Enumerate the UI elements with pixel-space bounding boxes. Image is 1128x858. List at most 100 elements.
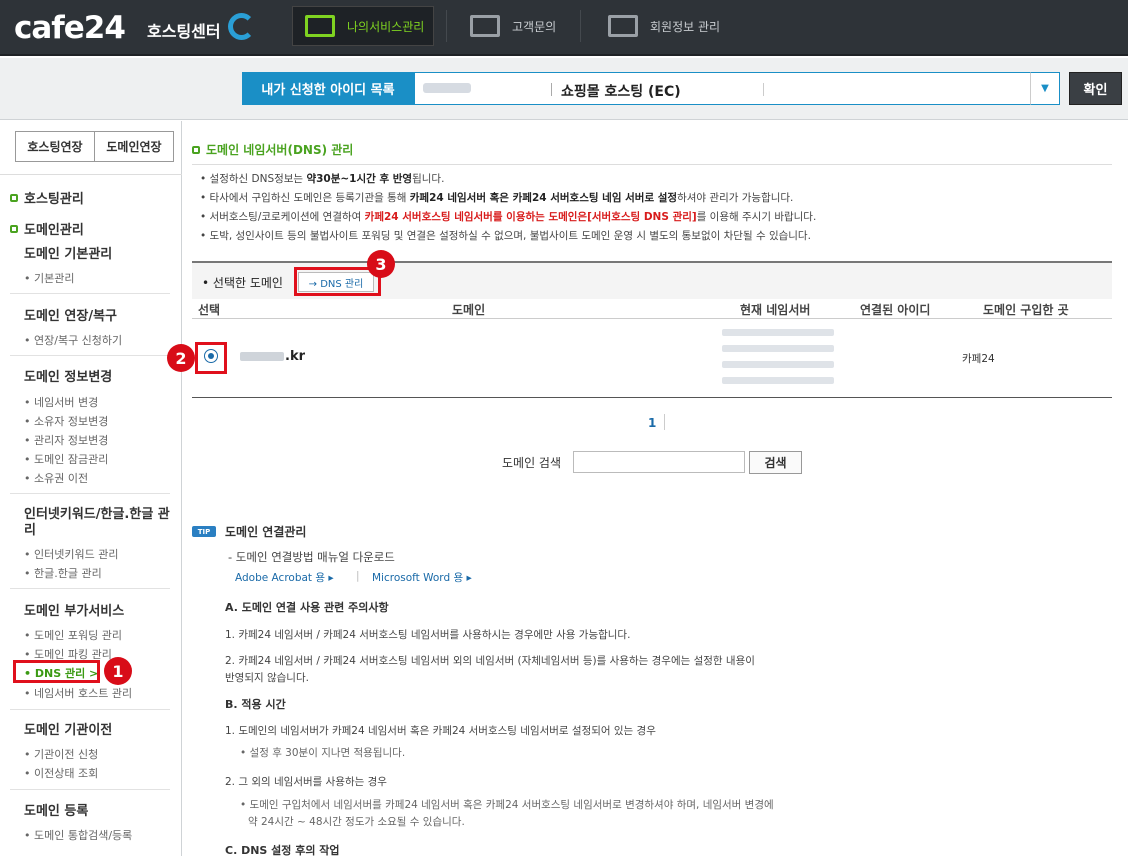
section-b-item: 1. 도메인의 네임서버가 카페24 네임서버 혹은 카페24 서버호스팅 네임… <box>225 725 656 737</box>
tip-badge-icon: TIP <box>192 526 216 537</box>
page-title: 도메인 네임서버(DNS) 관리 <box>192 141 353 158</box>
hosting-extend-button[interactable]: 호스팅연장 <box>15 131 95 162</box>
col-header-linked-id: 연결된 아이디 <box>860 303 931 317</box>
sidebar-cat-hosting[interactable]: 호스팅관리 <box>10 188 84 207</box>
sidebar-item-basic[interactable]: • 기본관리 <box>24 270 74 286</box>
sidebar-divider <box>10 789 170 790</box>
domain-name: .kr <box>285 349 305 364</box>
highlight-box-dns-button <box>294 267 381 296</box>
sidebar-group-title: 도메인 연장/복구 <box>24 309 117 324</box>
sidebar-divider <box>10 355 170 356</box>
section-a-item: 반영되지 않습니다. <box>225 672 309 684</box>
manual-download-text: - 도메인 연결방법 매뉴얼 다운로드 <box>228 550 395 564</box>
sidebar-item-owner[interactable]: • 소유자 정보변경 <box>24 413 108 429</box>
step-marker-1: 1 <box>104 657 132 685</box>
domain-extend-button[interactable]: 도메인연장 <box>94 131 174 162</box>
confirm-button[interactable]: 확인 <box>1069 72 1122 105</box>
bullet-icon <box>10 193 18 202</box>
masked-user-id <box>423 83 471 93</box>
highlight-box-radio <box>195 342 227 374</box>
sidebar-group-title: 도메인 정보변경 <box>24 370 113 385</box>
table-header-divider <box>192 318 1112 319</box>
sidebar: 호스팅연장 도메인연장 호스팅관리 도메인관리 도메인 기본관리 • 기본관리 … <box>0 121 182 856</box>
id-list-label: 내가 신청한 아이디 목록 <box>242 72 414 105</box>
monitor-phone-icon <box>470 15 500 37</box>
notice-line: • 타사에서 구입하신 도메인은 등록기관을 통해 카페24 네임서버 혹은 카… <box>200 192 794 204</box>
sidebar-item-renew[interactable]: • 연장/복구 신청하기 <box>24 332 122 348</box>
col-header-domain: 도메인 <box>452 303 486 317</box>
cafe24-logo[interactable]: cafe24 <box>14 10 126 46</box>
bullet-icon <box>192 145 200 154</box>
notice-line: • 서버호스팅/코로케이션에 연결하여 카페24 서버호스팅 네임서버를 이용하… <box>200 211 817 223</box>
nav-label: 나의서비스관리 <box>347 19 425 34</box>
sidebar-divider <box>10 493 170 494</box>
nav-label: 회원정보 관리 <box>650 19 721 34</box>
sidebar-item-agency-transfer[interactable]: • 기관이전 신청 <box>24 746 98 762</box>
step-marker-2: 2 <box>167 344 195 372</box>
ms-word-link[interactable]: Microsoft Word 용 ▸ <box>372 570 472 585</box>
sidebar-group-title: 도메인 기본관리 <box>24 247 113 262</box>
nav-customer-inquiry[interactable]: 고객문의 <box>470 6 556 46</box>
step-marker-3: 3 <box>367 250 395 278</box>
section-b-heading: B. 적용 시간 <box>225 698 286 711</box>
sidebar-item-forwarding[interactable]: • 도메인 포워딩 관리 <box>24 627 122 643</box>
bullet-icon <box>10 224 18 233</box>
sidebar-item-lock[interactable]: • 도메인 잠금관리 <box>24 451 108 467</box>
masked-nameserver <box>722 377 834 384</box>
section-a-item: 1. 카페24 네임서버 / 카페24 서버호스팅 네임서버를 사용하시는 경우… <box>225 629 631 641</box>
server-gear-icon <box>305 15 335 37</box>
sidebar-item-transfer-owner[interactable]: • 소유권 이전 <box>24 470 88 486</box>
sidebar-item-ns-host[interactable]: • 네임서버 호스트 관리 <box>24 685 132 701</box>
sidebar-item-ns-change[interactable]: • 네임서버 변경 <box>24 394 98 410</box>
nav-divider <box>580 10 581 42</box>
sidebar-divider <box>10 709 170 710</box>
section-b-item: 2. 그 외의 네임서버를 사용하는 경우 <box>225 776 387 788</box>
selected-service: 쇼핑몰 호스팅 (EC) <box>561 84 681 100</box>
sidebar-item-register[interactable]: • 도메인 통합검색/등록 <box>24 827 132 843</box>
sidebar-divider <box>10 588 170 589</box>
registrar: 카페24 <box>962 353 995 365</box>
nav-label: 고객문의 <box>512 19 557 34</box>
title-divider <box>192 164 1112 165</box>
page-number[interactable]: 1 <box>648 416 656 430</box>
select-divider <box>551 83 552 96</box>
nav-divider <box>446 10 447 42</box>
search-button[interactable]: 검색 <box>749 451 802 474</box>
nav-member-info[interactable]: 회원정보 관리 <box>608 6 720 46</box>
link-separator: | <box>356 570 360 582</box>
table-bottom-divider <box>192 397 1112 398</box>
adobe-acrobat-link[interactable]: Adobe Acrobat 용 ▸ <box>235 570 334 585</box>
sidebar-group-title: 도메인 부가서비스 <box>24 604 125 619</box>
notice-line: • 도박, 성인사이트 등의 불법사이트 포워딩 및 연결은 설정하실 수 없으… <box>200 230 811 242</box>
masked-nameserver <box>722 329 834 336</box>
main-content: 도메인 네임서버(DNS) 관리 • 설정하신 DNS정보는 약30분~1시간 … <box>192 121 1122 857</box>
masked-nameserver <box>722 361 834 368</box>
section-a-heading: A. 도메인 연결 사용 관련 주의사항 <box>225 601 389 614</box>
section-b-subitem: • 설정 후 30분이 지나면 적용됩니다. <box>240 747 406 759</box>
sidebar-cat-domain[interactable]: 도메인관리 <box>10 219 84 238</box>
pagination-divider <box>664 414 665 430</box>
hosting-center-label: 호스팅센터 <box>147 22 221 41</box>
section-a-item: 2. 카페24 네임서버 / 카페24 서버호스팅 네임서버 외의 네임서버 (… <box>225 655 755 667</box>
id-select[interactable]: 쇼핑몰 호스팅 (EC) <box>414 72 1031 105</box>
nav-my-service[interactable]: 나의서비스관리 <box>292 6 434 46</box>
cat-label: 도메인관리 <box>24 223 84 238</box>
tip-title: 도메인 연결관리 <box>225 525 307 539</box>
monitor-user-icon <box>608 15 638 37</box>
sidebar-group-title: 도메인 등록 <box>24 804 89 819</box>
section-b-subitem: • 도메인 구입처에서 네임서버를 카페24 네임서버 혹은 카페24 서버호스… <box>240 799 774 811</box>
sidebar-divider <box>0 174 182 175</box>
sidebar-item-transfer-status[interactable]: • 이전상태 조회 <box>24 765 98 781</box>
masked-nameserver <box>722 345 834 352</box>
masked-domain-name <box>240 352 284 361</box>
chevron-down-icon[interactable]: ▼ <box>1030 72 1060 105</box>
col-header-select: 선택 <box>198 303 221 317</box>
sidebar-group-title: 인터넷키워드/한글.한글 관리 <box>24 507 170 538</box>
sidebar-item-hangul[interactable]: • 한글.한글 관리 <box>24 565 102 581</box>
col-header-nameserver: 현재 네임서버 <box>740 303 811 317</box>
sidebar-item-admin[interactable]: • 관리자 정보변경 <box>24 432 108 448</box>
sidebar-group-title: 도메인 기관이전 <box>24 723 113 738</box>
sidebar-item-keyword[interactable]: • 인터넷키워드 관리 <box>24 546 118 562</box>
domain-search-input[interactable] <box>573 451 745 473</box>
highlight-box-dns-menu <box>13 660 100 683</box>
